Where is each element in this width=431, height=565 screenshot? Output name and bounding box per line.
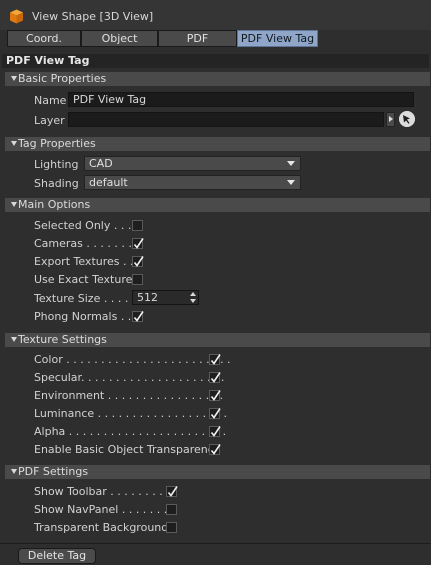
checkmark-icon xyxy=(133,256,144,267)
checkmark-icon xyxy=(210,390,221,401)
window-title: View Shape [3D View] xyxy=(32,10,154,23)
use-exact-textures-label: Use Exact Textures xyxy=(34,273,139,286)
group-header-label: Texture Settings xyxy=(18,333,107,346)
chevron-down-icon xyxy=(287,161,295,166)
cameras-label: Cameras . . . . . . . . xyxy=(34,237,139,250)
name-field[interactable]: PDF View Tag xyxy=(68,92,414,107)
texture-size-field[interactable]: 512 xyxy=(132,290,199,305)
eyedropper-picker-icon[interactable] xyxy=(399,111,415,127)
specular-label: Specular. . . . . . . . . . . . . . . . … xyxy=(34,371,225,384)
collapse-triangle-icon xyxy=(11,337,17,342)
lighting-label: Lighting xyxy=(34,158,79,171)
spinner-arrows-icon[interactable] xyxy=(190,292,196,303)
layer-field[interactable] xyxy=(68,112,384,127)
specular-checkbox[interactable] xyxy=(209,372,221,383)
show-navpanel-label: Show NavPanel . . . . . . . . xyxy=(34,503,175,516)
texture-size-label: Texture Size . . . . . xyxy=(34,292,136,305)
basic-transparency-checkbox[interactable] xyxy=(209,444,221,455)
collapse-triangle-icon xyxy=(11,141,17,146)
panel-header: PDF View Tag xyxy=(2,54,429,68)
group-header-label: Basic Properties xyxy=(18,72,107,85)
name-label: Name xyxy=(34,94,67,107)
layer-link-arrow-icon[interactable] xyxy=(386,112,395,127)
environment-label: Environment . . . . . . . . . . . . . . … xyxy=(34,389,224,402)
environment-checkbox[interactable] xyxy=(209,390,221,401)
color-label: Color . . . . . . . . . . . . . . . . . … xyxy=(34,353,231,366)
tab-coord[interactable]: Coord. xyxy=(7,30,81,47)
phong-normals-checkbox[interactable] xyxy=(132,311,144,322)
collapse-triangle-icon xyxy=(11,76,17,81)
chevron-down-icon xyxy=(287,180,295,185)
tab-pdf[interactable]: PDF xyxy=(158,30,237,47)
transparent-background-label: Transparent Background xyxy=(34,521,169,534)
group-main-options[interactable]: Main Options xyxy=(5,198,430,212)
show-toolbar-checkbox[interactable] xyxy=(166,486,178,497)
luminance-label: Luminance . . . . . . . . . . . . . . . … xyxy=(34,407,228,420)
show-toolbar-label: Show Toolbar . . . . . . . . . xyxy=(34,485,170,498)
selected-only-checkbox[interactable] xyxy=(132,220,143,231)
group-basic-properties[interactable]: Basic Properties xyxy=(5,72,430,86)
lighting-dropdown[interactable]: CAD xyxy=(84,156,301,171)
shading-dropdown[interactable]: default xyxy=(84,175,301,190)
shading-label: Shading xyxy=(34,177,79,190)
tab-object[interactable]: Object xyxy=(81,30,158,47)
luminance-checkbox[interactable] xyxy=(209,408,221,419)
group-header-label: Main Options xyxy=(18,198,91,211)
selected-only-label: Selected Only . . . xyxy=(34,219,132,232)
alpha-label: Alpha . . . . . . . . . . . . . . . . . … xyxy=(34,425,227,438)
alpha-checkbox[interactable] xyxy=(209,426,221,437)
checkmark-icon xyxy=(133,238,144,249)
phong-normals-label: Phong Normals . . xyxy=(34,310,132,323)
show-navpanel-checkbox[interactable] xyxy=(166,504,177,515)
group-texture-settings[interactable]: Texture Settings xyxy=(5,333,430,347)
layer-label: Layer xyxy=(34,114,65,127)
group-tag-properties[interactable]: Tag Properties xyxy=(5,137,430,151)
checkmark-icon xyxy=(210,372,221,383)
tab-bar: Coord. Object PDF PDF View Tag xyxy=(7,30,318,47)
group-header-label: Tag Properties xyxy=(18,137,96,150)
checkmark-icon xyxy=(210,444,221,455)
export-textures-label: Export Textures . . xyxy=(34,255,134,268)
texture-size-value: 512 xyxy=(137,291,158,304)
group-pdf-settings[interactable]: PDF Settings xyxy=(5,465,430,479)
export-textures-checkbox[interactable] xyxy=(132,256,144,267)
tab-pdf-view-tag[interactable]: PDF View Tag xyxy=(237,30,318,47)
shading-value: default xyxy=(89,176,128,189)
cube-icon xyxy=(10,9,23,24)
use-exact-textures-checkbox[interactable] xyxy=(132,274,143,285)
checkmark-icon xyxy=(210,426,221,437)
transparent-background-checkbox[interactable] xyxy=(166,522,177,533)
cameras-checkbox[interactable] xyxy=(132,238,144,249)
panel-title: PDF View Tag xyxy=(6,54,90,67)
title-bar: View Shape [3D View] xyxy=(0,0,431,30)
lighting-value: CAD xyxy=(89,157,113,170)
checkmark-icon xyxy=(210,408,221,419)
basic-transparency-label: Enable Basic Object Transparency xyxy=(34,443,221,456)
checkmark-icon xyxy=(167,486,178,497)
collapse-triangle-icon xyxy=(11,469,17,474)
delete-tag-button[interactable]: Delete Tag xyxy=(18,548,96,564)
footer-divider xyxy=(0,543,431,544)
collapse-triangle-icon xyxy=(11,202,17,207)
group-header-label: PDF Settings xyxy=(18,465,89,478)
color-checkbox[interactable] xyxy=(209,354,221,365)
checkmark-icon xyxy=(133,311,144,322)
checkmark-icon xyxy=(210,354,221,365)
